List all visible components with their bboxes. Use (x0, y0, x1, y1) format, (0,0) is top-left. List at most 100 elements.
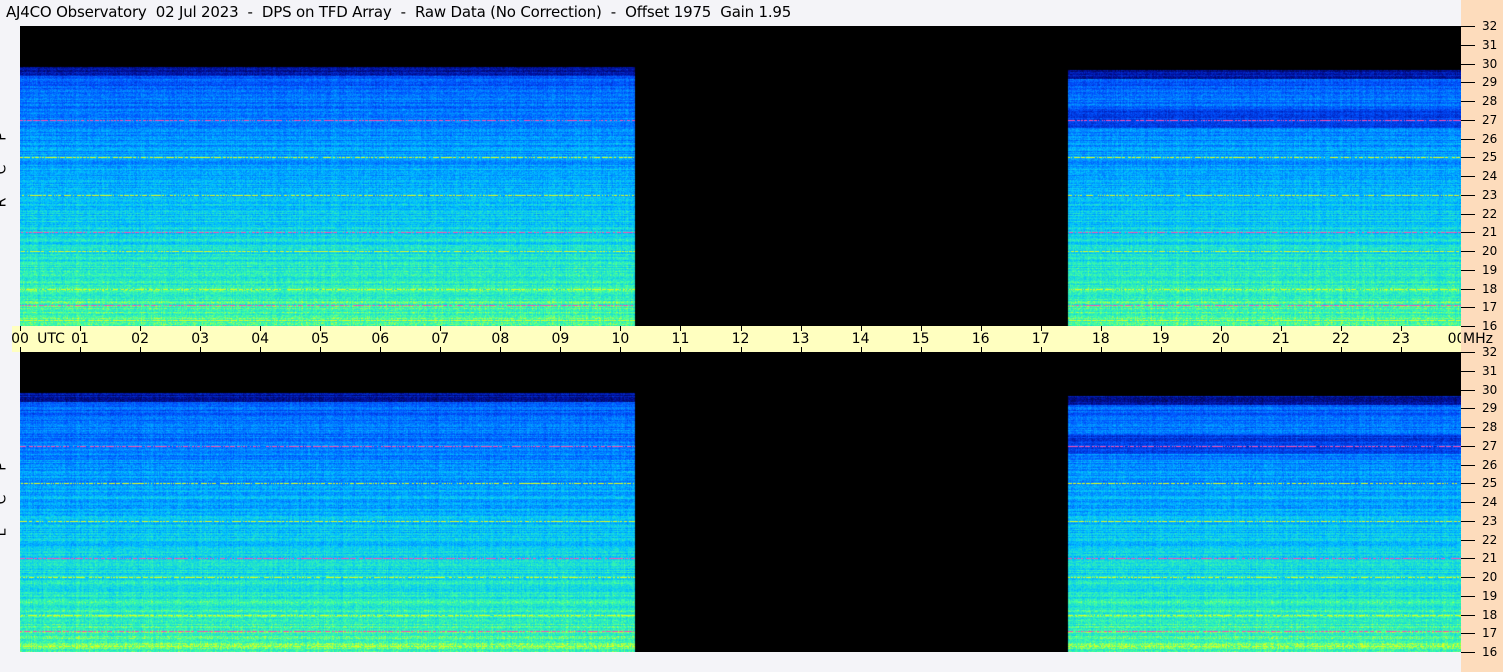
frequency-tick (1461, 138, 1475, 140)
time-tick (200, 347, 202, 352)
frequency-tick (1461, 595, 1475, 597)
frequency-tick-label: 24 (1482, 495, 1498, 509)
frequency-tick (1461, 558, 1475, 560)
time-tick-label: 04 (251, 331, 270, 347)
time-tick (440, 347, 442, 352)
frequency-tick-label: 28 (1482, 94, 1498, 108)
time-tick (1100, 347, 1102, 352)
frequency-tick-label: 30 (1482, 382, 1498, 397)
frequency-tick-label: 18 (1482, 607, 1498, 622)
time-tick (320, 347, 322, 352)
time-tick-label: 05 (311, 331, 330, 347)
frequency-tick (1461, 63, 1475, 65)
frequency-tick (1461, 370, 1475, 372)
time-tick (140, 347, 142, 352)
frequency-tick-label: 19 (1482, 588, 1498, 603)
frequency-tick (1461, 652, 1475, 653)
time-tick-label: 01 (71, 331, 89, 347)
time-tick (1160, 347, 1162, 352)
frequency-tick (1461, 633, 1475, 635)
frequency-tick-label: 32 (1482, 19, 1498, 33)
time-tick-label: 22 (1331, 331, 1350, 347)
rcp-spectrogram (20, 26, 1461, 326)
frequency-tick-label: 23 (1482, 513, 1498, 528)
frequency-tick (1461, 352, 1475, 353)
time-tick-label: 00 (11, 331, 29, 347)
frequency-tick-label: 20 (1482, 244, 1498, 258)
time-tick (1040, 347, 1042, 352)
frequency-tick (1461, 213, 1475, 215)
frequency-tick (1461, 101, 1475, 102)
time-tick (1280, 347, 1282, 352)
time-tick-label: 09 (551, 331, 570, 347)
frequency-tick-label: 31 (1482, 363, 1498, 378)
lcp-spectrogram (20, 352, 1461, 652)
frequency-tick-label: 16 (1482, 645, 1498, 659)
time-tick (80, 347, 82, 352)
frequency-tick-label: 31 (1482, 37, 1498, 52)
time-tick (740, 347, 742, 352)
frequency-tick-label: 25 (1482, 150, 1498, 165)
frequency-tick (1461, 232, 1475, 234)
time-tick-label: 21 (1271, 331, 1290, 347)
time-tick-label: 07 (431, 331, 450, 347)
frequency-tick (1461, 157, 1475, 159)
time-tick (380, 347, 382, 352)
frequency-tick (1461, 26, 1475, 27)
time-tick-label: 12 (731, 331, 750, 347)
frequency-tick-label: 26 (1482, 131, 1498, 146)
chart-title: AJ4CO Observatory 02 Jul 2023 - DPS on T… (6, 3, 792, 21)
frequency-tick (1461, 614, 1475, 616)
time-tick (980, 347, 982, 352)
utc-label: UTC (37, 331, 65, 347)
time-tick-label: 11 (671, 331, 690, 347)
frequency-tick (1461, 483, 1475, 485)
frequency-tick (1461, 464, 1475, 466)
frequency-tick (1461, 176, 1475, 177)
frequency-tick-label: 29 (1482, 401, 1498, 416)
frequency-tick (1461, 408, 1475, 410)
frequency-tick (1461, 445, 1475, 447)
frequency-tick-label: 21 (1482, 225, 1498, 240)
time-tick (1400, 347, 1402, 352)
time-tick (560, 347, 562, 352)
time-tick (800, 347, 802, 352)
frequency-tick-label: 20 (1482, 570, 1498, 584)
frequency-tick-label: 22 (1482, 206, 1498, 221)
frequency-tick (1461, 288, 1475, 290)
time-tick-label: 19 (1151, 331, 1170, 347)
time-tick (500, 347, 502, 352)
frequency-tick (1461, 269, 1475, 271)
time-tick (260, 347, 262, 352)
frequency-tick-label: 17 (1482, 626, 1498, 641)
time-tick-label: 18 (1091, 331, 1110, 347)
frequency-tick (1461, 539, 1475, 541)
frequency-tick (1461, 44, 1475, 46)
frequency-tick-label: 21 (1482, 551, 1498, 566)
frequency-tick-label: 32 (1482, 345, 1498, 359)
time-tick-label: 08 (491, 331, 510, 347)
frequency-tick (1461, 119, 1475, 121)
time-tick-label: 10 (611, 331, 630, 347)
time-tick-label: 16 (971, 331, 990, 347)
time-tick-label: 02 (131, 331, 149, 347)
frequency-tick (1461, 427, 1475, 428)
time-tick-label: 14 (851, 331, 870, 347)
time-tick-label: 13 (791, 331, 810, 347)
frequency-tick (1461, 389, 1475, 391)
frequency-tick (1461, 307, 1475, 309)
time-tick (920, 347, 922, 352)
time-tick (860, 347, 862, 352)
frequency-tick (1461, 194, 1475, 196)
frequency-tick-label: 17 (1482, 300, 1498, 315)
frequency-tick-label: 24 (1482, 169, 1498, 183)
time-tick (680, 347, 682, 352)
time-tick-label: 23 (1392, 331, 1410, 347)
utc-time-axis: 00 01 02 03 04 05 06 07 08 09 10 11 12 13 14 15 16 17 18 19… (11, 326, 1469, 352)
rcp-spectrogram-canvas (20, 26, 1461, 326)
time-tick-label: 15 (911, 331, 930, 347)
mhz-unit-label: MHz (1463, 331, 1493, 347)
frequency-tick (1461, 577, 1475, 578)
frequency-tick-label: 27 (1482, 112, 1498, 127)
time-tick-label: 06 (371, 331, 390, 347)
